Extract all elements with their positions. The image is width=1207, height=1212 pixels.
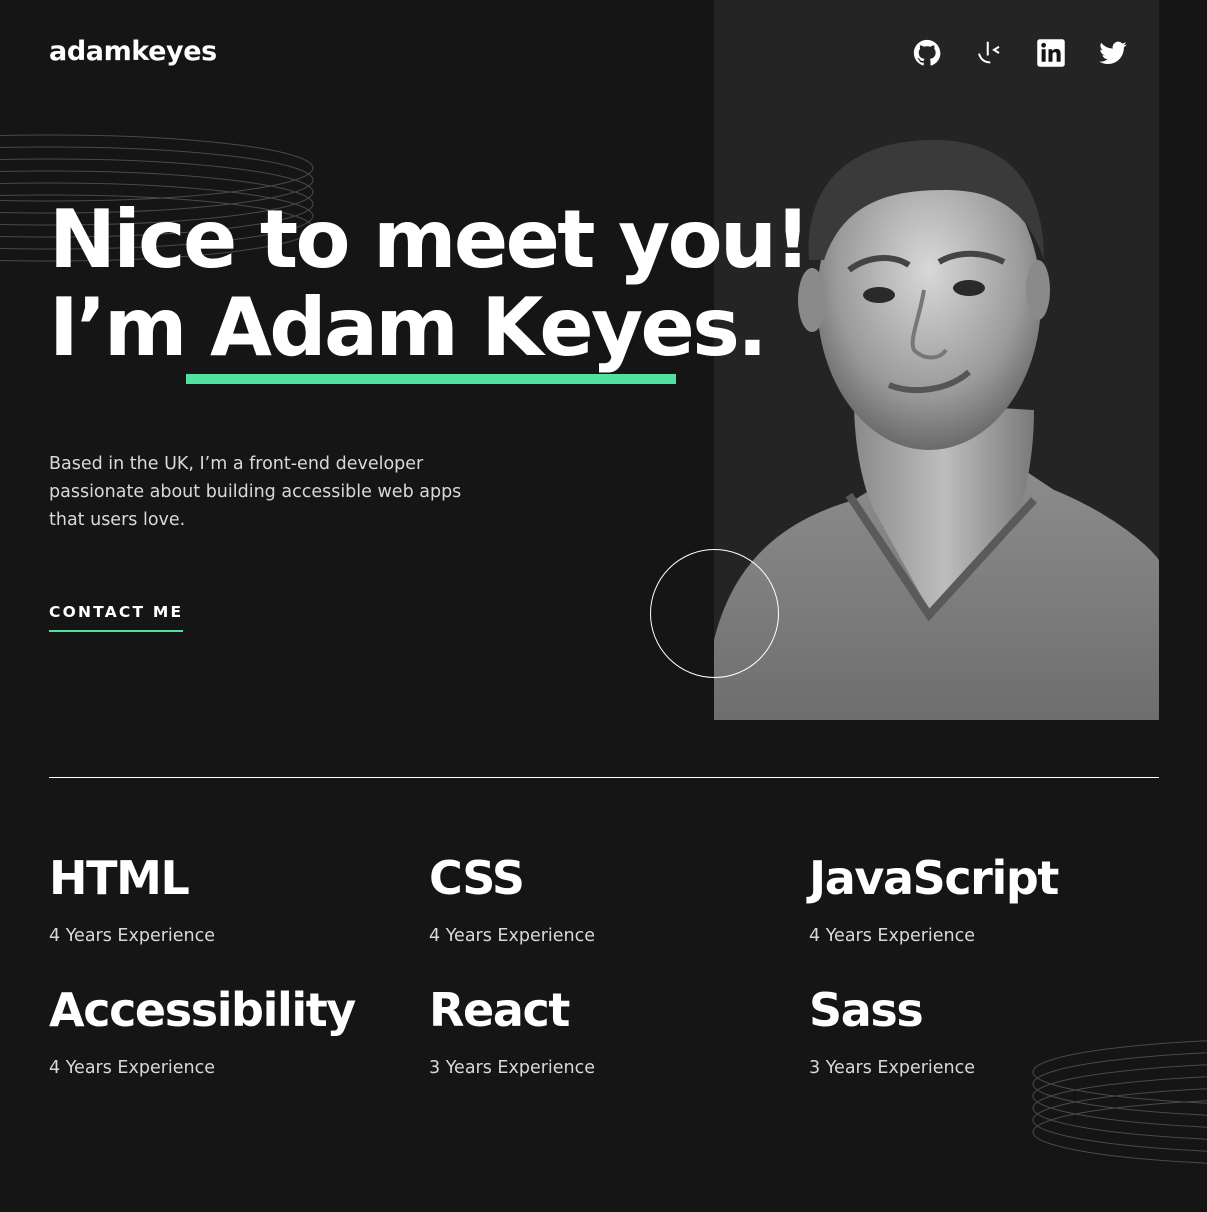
skill-item: CSS 4 Years Experience bbox=[429, 850, 809, 950]
headline-greeting: Nice to meet you! bbox=[49, 193, 811, 286]
github-link[interactable] bbox=[912, 38, 942, 68]
skill-name: CSS bbox=[429, 851, 525, 905]
skill-item: HTML 4 Years Experience bbox=[49, 850, 429, 950]
skill-experience: 4 Years Experience bbox=[429, 926, 596, 946]
skill-item: JavaScript 4 Years Experience bbox=[809, 850, 1189, 950]
skill-experience: 4 Years Experience bbox=[809, 926, 976, 946]
skill-experience: 4 Years Experience bbox=[49, 926, 216, 946]
linkedin-link[interactable] bbox=[1036, 38, 1066, 68]
social-links bbox=[912, 38, 1128, 68]
linkedin-icon bbox=[1037, 39, 1065, 67]
skill-experience: 3 Years Experience bbox=[809, 1058, 976, 1078]
headline-name: Adam Keyes. bbox=[209, 281, 768, 374]
skill-name: React bbox=[429, 983, 570, 1037]
skill-item: Accessibility 4 Years Experience bbox=[49, 982, 429, 1082]
skill-name: Sass bbox=[809, 983, 924, 1037]
skill-item: Sass 3 Years Experience bbox=[809, 982, 1189, 1082]
decorative-circle bbox=[650, 549, 779, 678]
skill-item: React 3 Years Experience bbox=[429, 982, 809, 1082]
twitter-icon bbox=[1099, 41, 1127, 65]
frontend-mentor-link[interactable] bbox=[974, 38, 1004, 68]
skill-experience: 3 Years Experience bbox=[429, 1058, 596, 1078]
skill-name: Accessibility bbox=[49, 983, 356, 1037]
skill-name: JavaScript bbox=[809, 851, 1059, 905]
skill-name: HTML bbox=[49, 851, 190, 905]
intro-text: Based in the UK, I’m a front-end develop… bbox=[49, 454, 462, 530]
frontend-mentor-icon bbox=[978, 41, 1000, 64]
skills-grid: HTML 4 Years Experience CSS 4 Years Expe… bbox=[49, 850, 1189, 1082]
hero-headline: Nice to meet you! I’m Adam Keyes. bbox=[49, 193, 811, 384]
site-logo[interactable]: adamkeyes bbox=[49, 36, 217, 67]
skill-experience: 4 Years Experience bbox=[49, 1058, 216, 1078]
section-divider bbox=[49, 777, 1159, 778]
contact-me-link[interactable]: CONTACT ME bbox=[49, 603, 184, 632]
name-underline bbox=[186, 374, 676, 384]
headline-prefix: I’m bbox=[49, 281, 210, 374]
twitter-link[interactable] bbox=[1098, 38, 1128, 68]
github-icon bbox=[913, 39, 941, 66]
